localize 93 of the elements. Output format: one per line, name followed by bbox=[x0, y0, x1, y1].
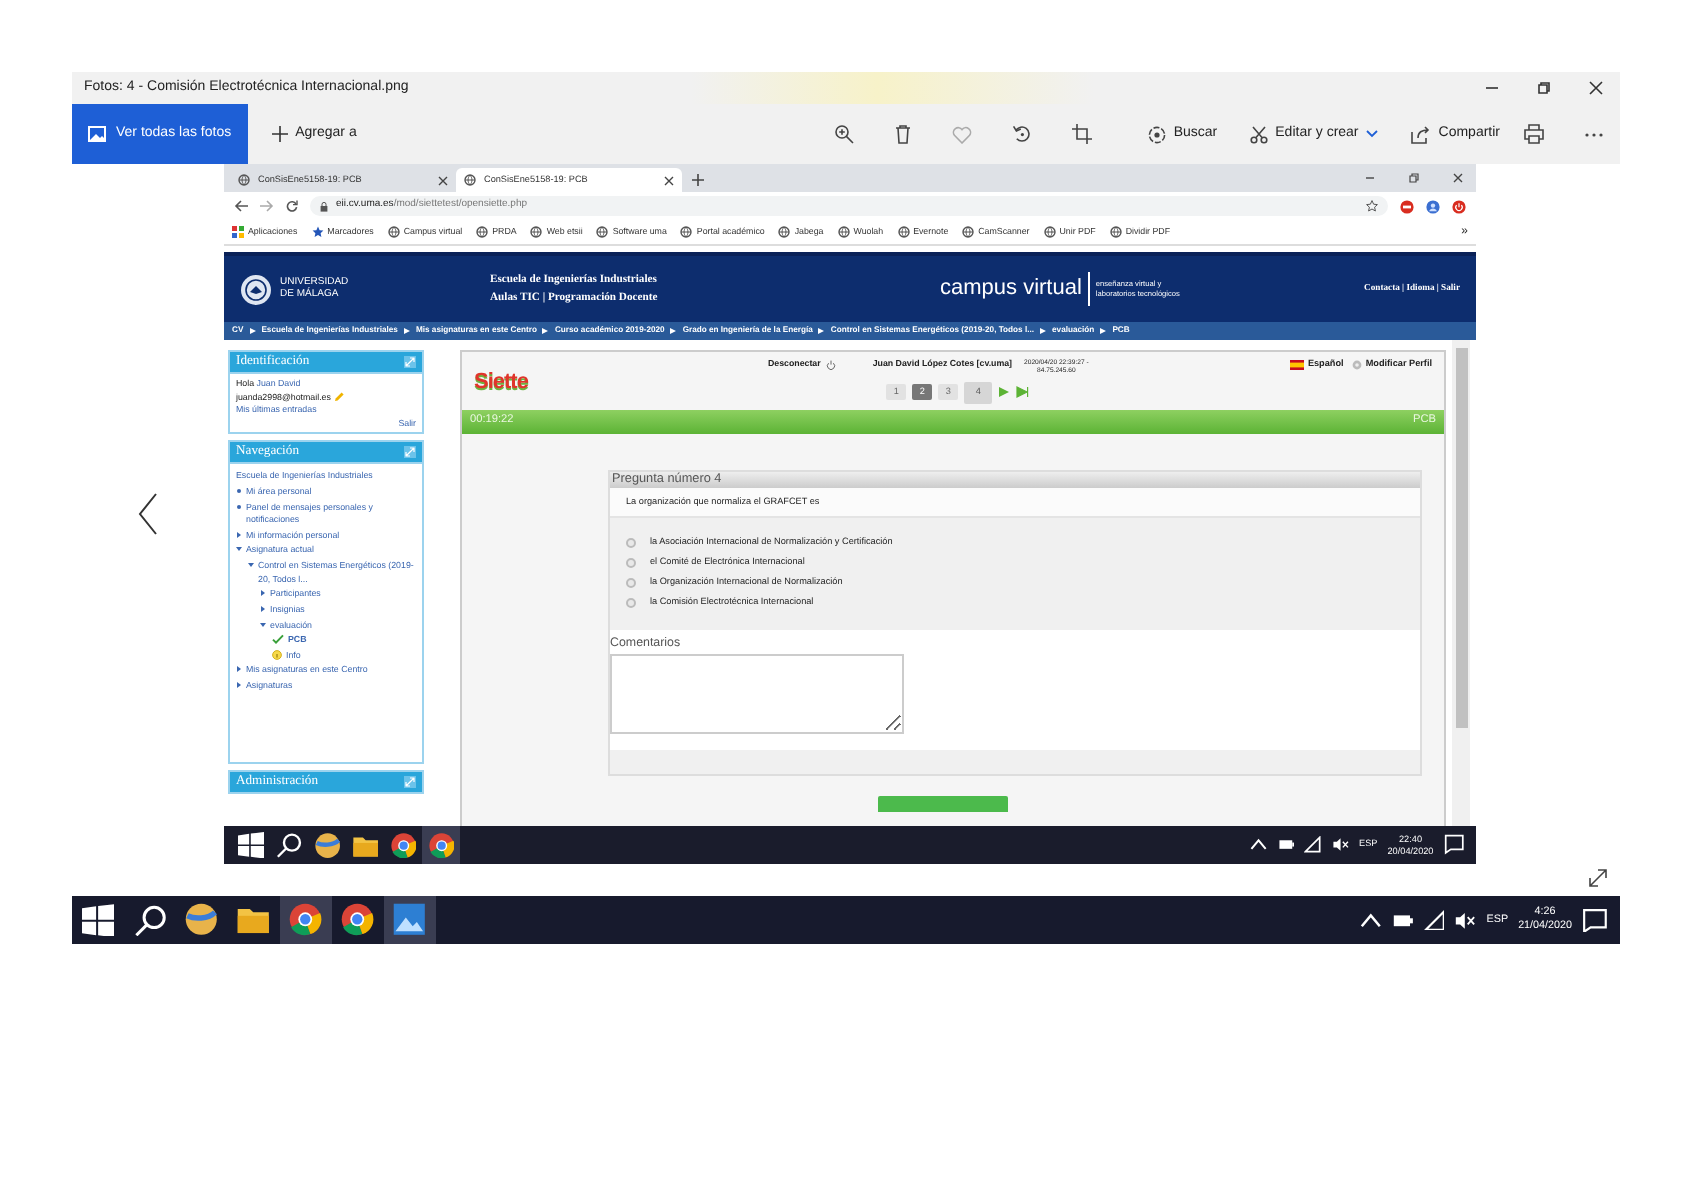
globe-icon bbox=[476, 225, 489, 238]
folder-icon[interactable] bbox=[351, 831, 379, 859]
back-icon[interactable] bbox=[234, 200, 248, 212]
scissors-icon bbox=[1249, 125, 1268, 143]
avatar-icon[interactable] bbox=[1426, 199, 1440, 213]
battery-icon[interactable] bbox=[1391, 909, 1414, 931]
separator-icon bbox=[670, 328, 677, 334]
wifi-icon[interactable] bbox=[1304, 836, 1322, 854]
power-icon bbox=[826, 359, 837, 370]
photos-icon[interactable] bbox=[392, 902, 428, 938]
lock-icon bbox=[320, 201, 328, 211]
windows-icon[interactable] bbox=[237, 831, 265, 859]
print-icon[interactable] bbox=[1524, 124, 1544, 144]
separator-icon bbox=[542, 328, 549, 334]
close-icon[interactable] bbox=[1588, 80, 1604, 96]
restore-icon[interactable] bbox=[1408, 172, 1420, 184]
zoom-in-icon[interactable] bbox=[834, 124, 855, 144]
star-icon bbox=[311, 225, 324, 238]
globe-icon bbox=[464, 174, 476, 186]
radio-button[interactable] bbox=[626, 577, 636, 588]
extension-icon[interactable] bbox=[1400, 199, 1414, 213]
share-icon bbox=[1410, 125, 1431, 143]
dock-icon[interactable] bbox=[404, 776, 416, 789]
apps-grid-icon bbox=[232, 225, 244, 238]
chevron-up-icon[interactable] bbox=[1250, 836, 1268, 854]
muted-speaker-icon[interactable] bbox=[1454, 909, 1477, 931]
chrome-icon[interactable] bbox=[340, 902, 376, 938]
trash-icon[interactable] bbox=[894, 124, 913, 144]
chrome-icon[interactable] bbox=[427, 831, 455, 859]
campus-virtual-logo: campus virtual bbox=[940, 272, 1090, 306]
globe-icon bbox=[680, 225, 693, 238]
wifi-icon[interactable] bbox=[1423, 909, 1445, 931]
collapsed-arrow-icon[interactable] bbox=[260, 588, 266, 599]
star-icon[interactable] bbox=[1366, 200, 1378, 212]
globe-icon bbox=[778, 225, 791, 238]
university-seal-icon bbox=[240, 273, 272, 305]
radio-button[interactable] bbox=[626, 557, 636, 568]
more-icon[interactable] bbox=[1584, 131, 1604, 137]
separator-icon bbox=[1100, 328, 1107, 334]
expand-icon[interactable] bbox=[1588, 868, 1608, 888]
restore-icon[interactable] bbox=[1536, 80, 1552, 96]
globe-icon[interactable] bbox=[184, 902, 220, 938]
chrome-icon[interactable] bbox=[288, 902, 324, 938]
reload-icon[interactable] bbox=[286, 200, 298, 212]
siette-logo: Siette bbox=[474, 368, 528, 398]
search-icon[interactable] bbox=[133, 903, 167, 937]
close-icon[interactable] bbox=[1452, 172, 1464, 184]
globe-icon bbox=[238, 174, 250, 186]
separator-icon bbox=[249, 328, 256, 334]
collapsed-arrow-icon[interactable] bbox=[236, 679, 242, 690]
minimize-icon[interactable] bbox=[1364, 172, 1376, 184]
radio-button[interactable] bbox=[626, 597, 636, 608]
close-icon[interactable] bbox=[664, 175, 674, 185]
chevron-up-icon[interactable] bbox=[1360, 909, 1382, 931]
info-icon bbox=[272, 649, 282, 660]
globe-icon bbox=[1043, 225, 1056, 238]
search-icon[interactable] bbox=[275, 831, 303, 859]
crop-icon[interactable] bbox=[1072, 124, 1093, 144]
scrollbar-thumb[interactable] bbox=[1455, 348, 1467, 728]
globe-icon bbox=[530, 225, 543, 238]
collapsed-arrow-icon[interactable] bbox=[260, 603, 266, 614]
globe-icon bbox=[387, 225, 400, 238]
radio-button[interactable] bbox=[626, 537, 636, 548]
globe-icon bbox=[837, 225, 850, 238]
collapsed-arrow-icon[interactable] bbox=[236, 664, 242, 675]
dock-icon[interactable] bbox=[404, 446, 416, 459]
globe-icon[interactable] bbox=[313, 831, 341, 859]
power-icon[interactable] bbox=[1452, 199, 1466, 213]
muted-speaker-icon[interactable] bbox=[1332, 836, 1350, 854]
new-tab-icon[interactable] bbox=[692, 174, 704, 186]
rotate-icon[interactable] bbox=[1012, 124, 1033, 144]
globe-icon bbox=[596, 225, 609, 238]
plus-icon bbox=[271, 126, 288, 142]
separator-icon bbox=[1040, 328, 1047, 334]
separator-icon bbox=[818, 328, 825, 334]
collapsed-arrow-icon[interactable] bbox=[236, 529, 242, 540]
close-icon[interactable] bbox=[438, 175, 448, 185]
comments-field[interactable] bbox=[610, 654, 904, 735]
globe-icon bbox=[1109, 225, 1122, 238]
chrome-icon[interactable] bbox=[389, 831, 417, 859]
notification-icon[interactable] bbox=[1443, 834, 1464, 856]
picture-icon bbox=[88, 126, 106, 142]
battery-icon[interactable] bbox=[1277, 836, 1295, 854]
notification-icon[interactable] bbox=[1582, 907, 1608, 933]
check-icon bbox=[272, 634, 284, 645]
windows-icon[interactable] bbox=[81, 903, 115, 937]
globe-icon bbox=[897, 225, 910, 238]
caret-icon bbox=[1366, 130, 1379, 138]
globe-icon bbox=[962, 225, 975, 238]
flag-icon bbox=[1289, 359, 1304, 370]
gear-icon bbox=[1351, 359, 1362, 370]
separator-icon bbox=[403, 328, 410, 334]
target-icon bbox=[1147, 125, 1166, 143]
